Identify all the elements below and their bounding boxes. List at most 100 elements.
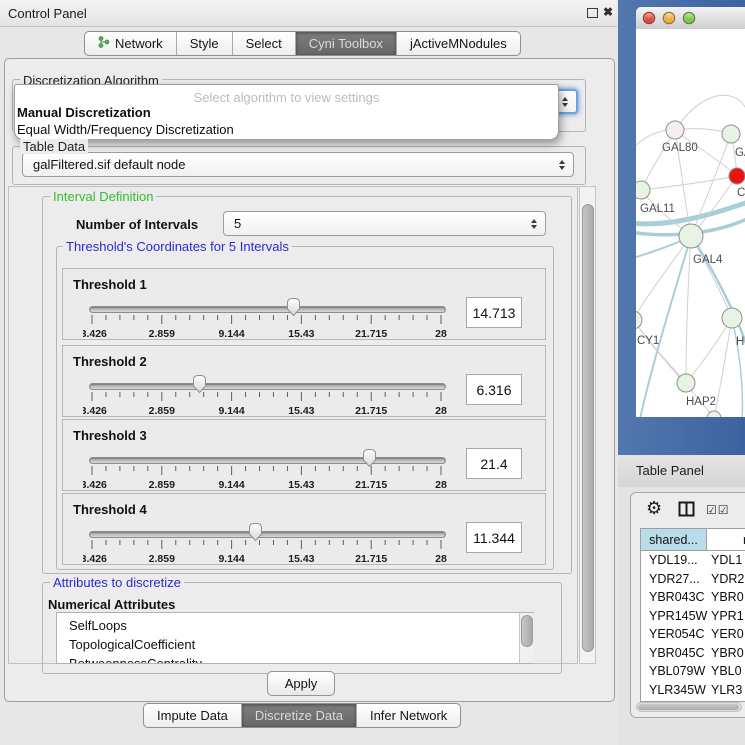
cell-shared-name: YER054C bbox=[649, 627, 705, 641]
network-edge bbox=[641, 130, 675, 190]
scrollbar-thumb[interactable] bbox=[582, 204, 594, 652]
tab-infer-network[interactable]: Infer Network bbox=[356, 704, 460, 727]
settings-vertical-scrollbar[interactable] bbox=[579, 186, 596, 664]
interval-definition-title: Interval Definition bbox=[50, 189, 156, 204]
tick-label: 21.715 bbox=[355, 405, 387, 417]
tab-tab-label: jActiveMNodules bbox=[410, 36, 507, 51]
mac-close-button[interactable] bbox=[643, 12, 655, 24]
tick-label: 9.144 bbox=[218, 328, 244, 340]
node-gal4[interactable] bbox=[679, 224, 703, 248]
tab-style[interactable]: Style bbox=[176, 32, 232, 55]
node-label: C bbox=[737, 187, 745, 199]
threshold-value-field[interactable]: 11.344 bbox=[466, 522, 522, 553]
node-right-h[interactable] bbox=[722, 308, 742, 328]
numerical-attributes-list[interactable]: SelfLoopsTopologicalCoefficientBetweenne… bbox=[56, 612, 534, 664]
attribute-list-item[interactable]: SelfLoops bbox=[57, 616, 533, 635]
algorithm-option[interactable]: Manual Discretization bbox=[17, 105, 151, 120]
tick-label: 28 bbox=[435, 405, 447, 417]
tab-tab-label: Discretize Data bbox=[255, 708, 343, 723]
slider-thumb[interactable] bbox=[286, 297, 301, 317]
tab-tab-label: Impute Data bbox=[157, 708, 228, 723]
node-red[interactable] bbox=[729, 168, 745, 184]
tick-label: 2.859 bbox=[149, 328, 175, 340]
node-gal80[interactable] bbox=[666, 121, 684, 139]
apply-button[interactable]: Apply bbox=[267, 671, 335, 696]
tab-network[interactable]: Network bbox=[85, 32, 176, 55]
column-header-shared-name[interactable]: shared... bbox=[641, 529, 707, 551]
tab-jactivemnodules[interactable]: jActiveMNodules bbox=[396, 32, 520, 55]
slider-thumb[interactable] bbox=[248, 522, 263, 542]
table-row[interactable]: YLR345WYLR3 bbox=[641, 681, 745, 700]
table-data-combo-value: galFiltered.sif default node bbox=[33, 157, 185, 172]
table-row[interactable]: YBR043CYBR0 bbox=[641, 588, 745, 607]
attributes-list-scrollbar[interactable] bbox=[519, 613, 534, 663]
slider-track[interactable] bbox=[89, 531, 446, 538]
tab-impute-data[interactable]: Impute Data bbox=[144, 704, 241, 727]
threshold-value-field[interactable]: 21.4 bbox=[466, 448, 522, 479]
algorithm-hint: Select algorithm to view settings bbox=[15, 90, 558, 105]
top-tab-bar: NetworkStyleSelectCyni Toolbox jActiveMNo… bbox=[84, 31, 521, 56]
network-canvas[interactable]: GAL80GACGAL11GAL4GCY1HHAP2 bbox=[636, 29, 745, 417]
network-edge bbox=[686, 318, 732, 383]
threshold-value-field[interactable]: 6.316 bbox=[466, 374, 522, 405]
checkbox-icons[interactable]: ☑☑ bbox=[706, 503, 730, 517]
combo-arrows-icon bbox=[531, 219, 537, 229]
tab-tab-label: Infer Network bbox=[370, 708, 447, 723]
tick-label: 28 bbox=[435, 479, 447, 491]
mac-zoom-button[interactable] bbox=[683, 12, 695, 24]
table-row[interactable]: YBR045C YBR0 bbox=[641, 644, 745, 663]
table-horizontal-scrollbar[interactable] bbox=[636, 702, 742, 712]
node-table[interactable]: shared...nYDL19...YDL1YDR27...YDR2YBR043… bbox=[640, 528, 745, 702]
scrollbar-thumb[interactable] bbox=[638, 704, 739, 710]
table-row[interactable]: YBL079WYBL0 bbox=[641, 662, 745, 681]
number-of-intervals-combo[interactable]: 5 bbox=[223, 211, 546, 236]
slider-track[interactable] bbox=[89, 306, 446, 313]
cell-name: YDR2 bbox=[711, 572, 744, 586]
slider-thumb[interactable] bbox=[362, 448, 377, 468]
node-top-right[interactable] bbox=[722, 125, 740, 143]
thresholds-title: Threshold's Coordinates for 5 Intervals bbox=[63, 239, 292, 254]
algorithm-option[interactable]: Equal Width/Frequency Discretization bbox=[17, 122, 234, 137]
node-gcy1[interactable] bbox=[636, 311, 642, 329]
slider-track[interactable] bbox=[89, 457, 446, 464]
float-window-icon[interactable] bbox=[587, 8, 598, 18]
cell-shared-name: YBR045C bbox=[649, 646, 705, 660]
scrollbar-thumb[interactable] bbox=[521, 615, 533, 647]
node-hap2[interactable] bbox=[677, 374, 695, 392]
table-row[interactable]: YDR27...YDR2 bbox=[641, 570, 745, 589]
threshold-panel: Threshold 2-3.4262.8599.14415.4321.71528… bbox=[62, 345, 546, 417]
close-icon[interactable]: ✖ bbox=[603, 5, 613, 19]
tick-label: 28 bbox=[435, 553, 447, 565]
network-edge bbox=[691, 236, 745, 349]
threshold-label: Threshold 1 bbox=[73, 277, 147, 292]
slider-ticks: -3.4262.8599.14415.4321.71528 bbox=[83, 392, 523, 418]
number-of-intervals-value: 5 bbox=[234, 216, 241, 231]
tab-cyni-toolbox[interactable]: Cyni Toolbox bbox=[295, 32, 396, 55]
network-edge bbox=[641, 176, 737, 190]
network-edge bbox=[636, 320, 686, 383]
tick-label: 21.715 bbox=[355, 328, 387, 340]
network-window-titlebar[interactable] bbox=[636, 7, 745, 30]
table-data-combo[interactable]: galFiltered.sif default node bbox=[22, 152, 574, 177]
tick-label: -3.426 bbox=[83, 405, 107, 417]
table-row[interactable]: YPR145WYPR1 bbox=[641, 607, 745, 626]
attribute-list-item[interactable]: BetweennessCentrality bbox=[57, 654, 533, 664]
tab-discretize-data[interactable]: Discretize Data bbox=[241, 704, 356, 727]
cell-shared-name: YLR345W bbox=[649, 683, 706, 697]
tab-select[interactable]: Select bbox=[232, 32, 295, 55]
control-panel-titlebar bbox=[0, 0, 617, 27]
threshold-value-field[interactable]: 14.713 bbox=[466, 297, 522, 328]
columns-icon[interactable] bbox=[678, 501, 695, 522]
node-label: GAL11 bbox=[640, 203, 675, 215]
gear-icon[interactable]: ⚙ bbox=[646, 499, 662, 517]
slider-track[interactable] bbox=[89, 383, 446, 390]
column-header-name[interactable]: n bbox=[707, 529, 745, 551]
mac-minimize-button[interactable] bbox=[663, 12, 675, 24]
attribute-list-item[interactable]: TopologicalCoefficient bbox=[57, 635, 533, 654]
slider-thumb[interactable] bbox=[192, 374, 207, 394]
table-row[interactable]: YDL19...YDL1 bbox=[641, 551, 745, 570]
cell-name: YBR0 bbox=[711, 646, 744, 660]
node-gal11[interactable] bbox=[636, 181, 650, 199]
table-row[interactable]: YER054CYER0 bbox=[641, 625, 745, 644]
node-label: GAL80 bbox=[662, 142, 698, 154]
